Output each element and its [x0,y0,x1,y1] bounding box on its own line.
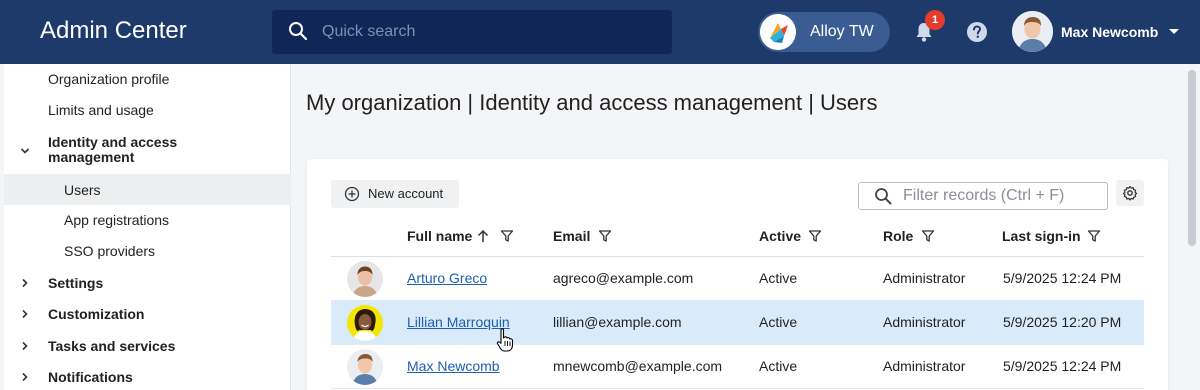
table-row[interactable]: Max Newcomb mnewcomb@example.com Active … [331,345,1144,389]
user-menu[interactable]: Max Newcomb [1012,11,1182,53]
sidebar-item-label: Users [64,182,101,198]
plus-circle-icon [344,186,360,202]
tenant-logo-icon [760,14,796,50]
filter-icon[interactable] [808,229,822,243]
last-sign-in-cell: 5/9/2025 12:20 PM [1003,314,1122,330]
column-header-last-sign-in[interactable]: Last sign-in [1002,228,1081,244]
filter-records[interactable] [858,182,1108,210]
chevron-down-icon [1169,29,1179,34]
notification-badge: 1 [925,10,945,30]
sidebar-item-tasks-and-services[interactable]: Tasks and services [4,335,291,357]
sidebar-item-identity-and-access[interactable]: Identity and access management [4,130,291,168]
avatar [347,349,383,385]
search-input[interactable] [322,10,662,54]
chevron-right-icon [22,278,28,288]
gear-icon [1122,185,1138,201]
sidebar: Organization profile Limits and usage Id… [4,64,291,390]
scrollbar-thumb[interactable] [1188,70,1196,246]
chevron-right-icon [22,372,28,382]
new-account-button[interactable]: New account [331,180,459,208]
sidebar-item-label: Settings [48,275,104,291]
sort-ascending-icon[interactable] [476,229,490,243]
avatar [347,305,383,341]
email-cell: agreco@example.com [553,270,694,286]
sidebar-item-label: App registrations [64,212,170,228]
user-name-link[interactable]: Arturo Greco [407,270,487,286]
sidebar-item-label: Tasks and services [48,338,176,354]
sidebar-item-sso-providers[interactable]: SSO providers [4,240,291,262]
vertical-scrollbar[interactable] [1184,64,1200,390]
avatar [1012,11,1053,52]
user-name-link[interactable]: Max Newcomb [407,358,500,374]
search-icon [875,188,892,205]
table-row[interactable]: Lillian Marroquin lillian@example.com Ac… [331,301,1144,345]
sidebar-item-app-registrations[interactable]: App registrations [4,209,291,231]
user-name: Max Newcomb [1061,24,1159,40]
last-sign-in-cell: 5/9/2025 12:24 PM [1003,270,1122,286]
filter-icon[interactable] [1087,229,1101,243]
chevron-down-icon [20,148,30,154]
sidebar-item-label: Customization [48,306,145,322]
active-cell: Active [759,314,798,330]
chevron-right-icon [22,309,28,319]
role-cell: Administrator [883,270,966,286]
column-header-active[interactable]: Active [759,228,801,244]
sidebar-item-notifications[interactable]: Notifications [4,366,291,388]
avatar [347,261,383,297]
tenant-name: Alloy TW [810,23,874,40]
column-header-email[interactable]: Email [553,228,590,244]
top-bar: Admin Center Alloy TW 1 [0,0,1200,64]
search-icon [289,22,308,41]
filter-icon[interactable] [598,229,612,243]
column-header-role[interactable]: Role [883,228,913,244]
email-cell: lillian@example.com [553,314,682,330]
app-title: Admin Center [40,17,187,44]
hand-cursor-icon [496,328,514,352]
filter-icon[interactable] [500,229,514,243]
table-row[interactable]: Arturo Greco agreco@example.com Active A… [331,257,1144,301]
quick-search[interactable] [272,10,672,54]
role-cell: Administrator [883,358,966,374]
sidebar-item-organization-profile[interactable]: Organization profile [4,68,291,90]
help-icon[interactable] [966,21,988,43]
sidebar-item-label: Notifications [48,369,133,385]
filter-input[interactable] [903,185,1103,207]
active-cell: Active [759,270,798,286]
role-cell: Administrator [883,314,966,330]
sidebar-item-label: Identity and access management [48,134,178,165]
email-cell: mnewcomb@example.com [553,358,723,374]
column-settings-button[interactable] [1116,180,1144,206]
page-title: My organization | Identity and access ma… [306,90,878,115]
sidebar-item-customization[interactable]: Customization [4,303,291,325]
sidebar-item-label: Organization profile [48,71,170,87]
sidebar-item-label: Limits and usage [48,102,154,118]
sidebar-item-settings[interactable]: Settings [4,272,291,294]
sidebar-item-users[interactable]: Users [4,174,291,205]
column-header-full-name[interactable]: Full name [407,228,472,244]
new-account-label: New account [368,186,444,201]
sidebar-item-label: SSO providers [64,243,156,259]
last-sign-in-cell: 5/9/2025 12:24 PM [1003,358,1122,374]
chevron-right-icon [22,341,28,351]
sidebar-item-limits-and-usage[interactable]: Limits and usage [4,99,291,121]
tenant-switcher[interactable]: Alloy TW [758,12,890,52]
active-cell: Active [759,358,798,374]
filter-icon[interactable] [921,229,935,243]
